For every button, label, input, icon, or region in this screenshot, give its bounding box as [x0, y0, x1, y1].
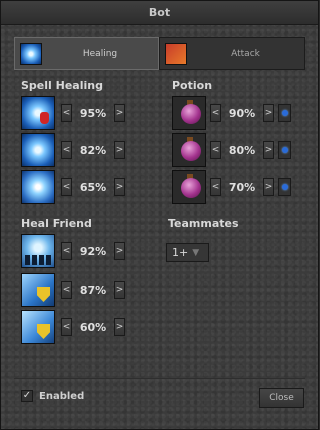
tab-healing-label: Healing [82, 48, 118, 59]
potion-row-2: < 80% > [172, 133, 291, 167]
teammates-select[interactable]: 1+ ▼ [166, 243, 209, 262]
heal-friend-title: Heal Friend [21, 217, 92, 230]
heal-friend-icon[interactable] [21, 234, 55, 268]
increase-button[interactable]: > [114, 104, 125, 122]
potion-icon[interactable] [172, 96, 206, 130]
potion-icon[interactable] [172, 133, 206, 167]
decrease-button[interactable]: < [210, 104, 221, 122]
increase-button[interactable]: > [114, 242, 125, 260]
decrease-button[interactable]: < [61, 178, 72, 196]
threshold-value: 65% [79, 180, 107, 194]
potion-select-button[interactable] [278, 178, 291, 196]
threshold-value: 80% [228, 143, 256, 157]
potion-row-1: < 90% > [172, 96, 291, 130]
increase-button[interactable]: > [114, 141, 125, 159]
enabled-label: Enabled [39, 391, 85, 402]
title-bar[interactable]: Bot [1, 1, 318, 25]
spell-healing-title: Spell Healing [21, 79, 103, 92]
increase-button[interactable]: > [114, 281, 125, 299]
potion-select-button[interactable] [278, 104, 291, 122]
threshold-value: 95% [79, 106, 107, 120]
decrease-button[interactable]: < [61, 281, 72, 299]
threshold-value: 90% [228, 106, 256, 120]
bot-window: Bot Healing Attack Spell Healing < 95% >… [0, 0, 319, 430]
decrease-button[interactable]: < [61, 242, 72, 260]
shield-heal-icon[interactable] [21, 310, 55, 344]
potion-row-3: < 70% > [172, 170, 291, 204]
tab-healing[interactable]: Healing [14, 37, 159, 70]
window-title: Bot [148, 6, 171, 19]
spell-heal-row-3: < 65% > [21, 170, 125, 204]
spell-heal-icon[interactable] [21, 170, 55, 204]
heal-friend-row-2: < 87% > [21, 273, 125, 307]
threshold-value: 82% [79, 143, 107, 157]
decrease-button[interactable]: < [210, 178, 221, 196]
close-button[interactable]: Close [259, 388, 304, 408]
decrease-button[interactable]: < [61, 318, 72, 336]
shield-heal-icon[interactable] [21, 273, 55, 307]
footer-divider [14, 378, 305, 379]
potion-icon[interactable] [172, 170, 206, 204]
tab-attack-label: Attack [231, 48, 260, 59]
increase-button[interactable]: > [114, 178, 125, 196]
threshold-value: 92% [79, 244, 107, 258]
teammates-title: Teammates [168, 217, 239, 230]
spell-heal-icon[interactable] [21, 133, 55, 167]
spell-heal-icon[interactable] [21, 96, 55, 130]
attack-tab-icon [165, 42, 187, 65]
chevron-down-icon: ▼ [192, 247, 200, 258]
threshold-value: 87% [79, 283, 107, 297]
decrease-button[interactable]: < [61, 104, 72, 122]
threshold-value: 70% [228, 180, 256, 194]
increase-button[interactable]: > [263, 178, 274, 196]
increase-button[interactable]: > [263, 141, 274, 159]
potion-select-button[interactable] [278, 141, 291, 159]
potion-title: Potion [172, 79, 213, 92]
potion-dot-icon [281, 110, 288, 116]
decrease-button[interactable]: < [61, 141, 72, 159]
healing-tab-icon [20, 42, 42, 65]
threshold-value: 60% [79, 320, 107, 334]
potion-dot-icon [281, 147, 288, 153]
heal-friend-row-3: < 60% > [21, 310, 125, 344]
enabled-checkbox[interactable]: ✓ [21, 390, 33, 402]
increase-button[interactable]: > [263, 104, 274, 122]
heal-friend-row-1: < 92% > [21, 234, 125, 268]
increase-button[interactable]: > [114, 318, 125, 336]
tab-attack[interactable]: Attack [159, 37, 305, 70]
spell-heal-row-1: < 95% > [21, 96, 125, 130]
potion-dot-icon [281, 184, 288, 190]
spell-heal-row-2: < 82% > [21, 133, 125, 167]
decrease-button[interactable]: < [210, 141, 221, 159]
teammates-selected-value: 1+ [172, 246, 189, 259]
